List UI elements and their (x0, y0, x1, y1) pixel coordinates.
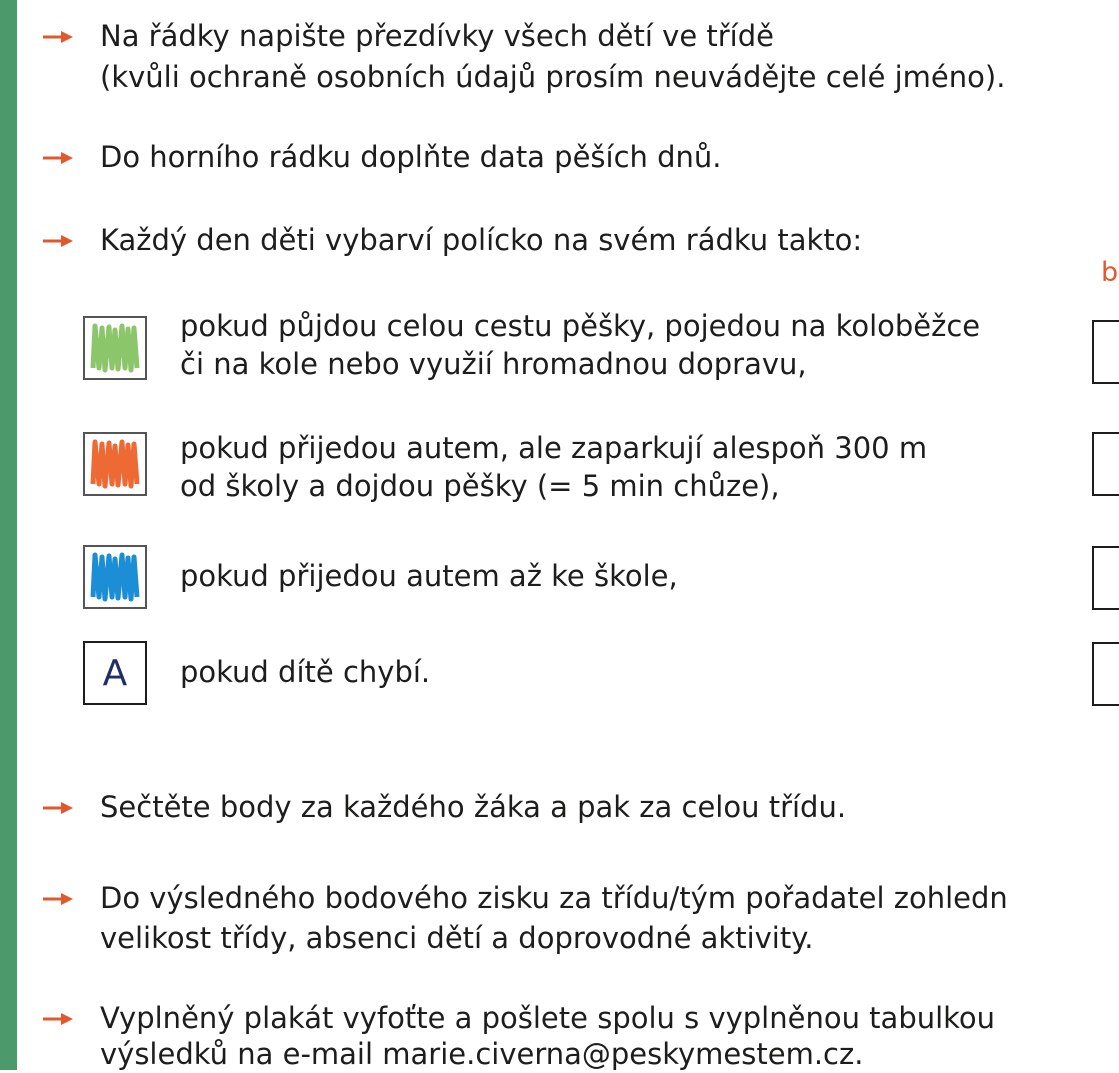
points-box (1092, 432, 1119, 496)
arrow-icon (43, 31, 73, 43)
instruction-4: Sečtěte body za každého žáka a pak za ce… (100, 790, 847, 824)
instruction-1-line-1: Na řádky napište přezdívky všech dětí ve… (100, 19, 774, 53)
instruction-1-line-2: (kvůli ochraně osobních údajů prosím neu… (100, 60, 1006, 94)
arrow-icon (43, 152, 73, 164)
arrow-icon (43, 802, 73, 814)
left-color-bar (0, 0, 17, 1070)
instruction-2: Do horního rádku doplňte data pěších dnů… (100, 140, 722, 174)
points-box (1092, 320, 1119, 384)
instruction-3: Každý den děti vybarví polícko na svém r… (100, 223, 863, 257)
points-box (1092, 546, 1119, 610)
arrow-icon (43, 1013, 73, 1025)
legend-orange-line-2: od školy a dojdou pěšky (= 5 min chůze), (180, 469, 780, 503)
instruction-6-line-1: Vyplněný plakát vyfoťte a pošlete spolu … (100, 1001, 996, 1035)
blue-scribble-icon (83, 545, 147, 609)
legend-absent-line-1: pokud dítě chybí. (180, 655, 431, 689)
points-column-header: b (1101, 257, 1119, 288)
instruction-6-line-2: výsledků na e-mail marie.civerna@peskyme… (100, 1037, 864, 1071)
legend-green-line-2: či na kole nebo využií hromadnou dopravu… (180, 347, 807, 381)
instruction-5-line-2: velikost třídy, absenci dětí a doprovodn… (100, 921, 814, 955)
instruction-5-line-1: Do výsledného bodového zisku za třídu/tý… (100, 881, 1008, 915)
legend-blue-line-1: pokud přijedou autem až ke škole, (180, 559, 678, 593)
legend-green-line-1: pokud půjdou celou cestu pěšky, pojedou … (180, 309, 981, 343)
points-box (1092, 642, 1119, 706)
green-scribble-icon (83, 316, 147, 380)
arrow-icon (43, 893, 73, 905)
arrow-icon (43, 235, 73, 247)
absent-letter-box: A (83, 641, 147, 705)
legend-orange-line-1: pokud přijedou autem, ale zaparkují ales… (180, 431, 928, 465)
orange-scribble-icon (83, 432, 147, 496)
